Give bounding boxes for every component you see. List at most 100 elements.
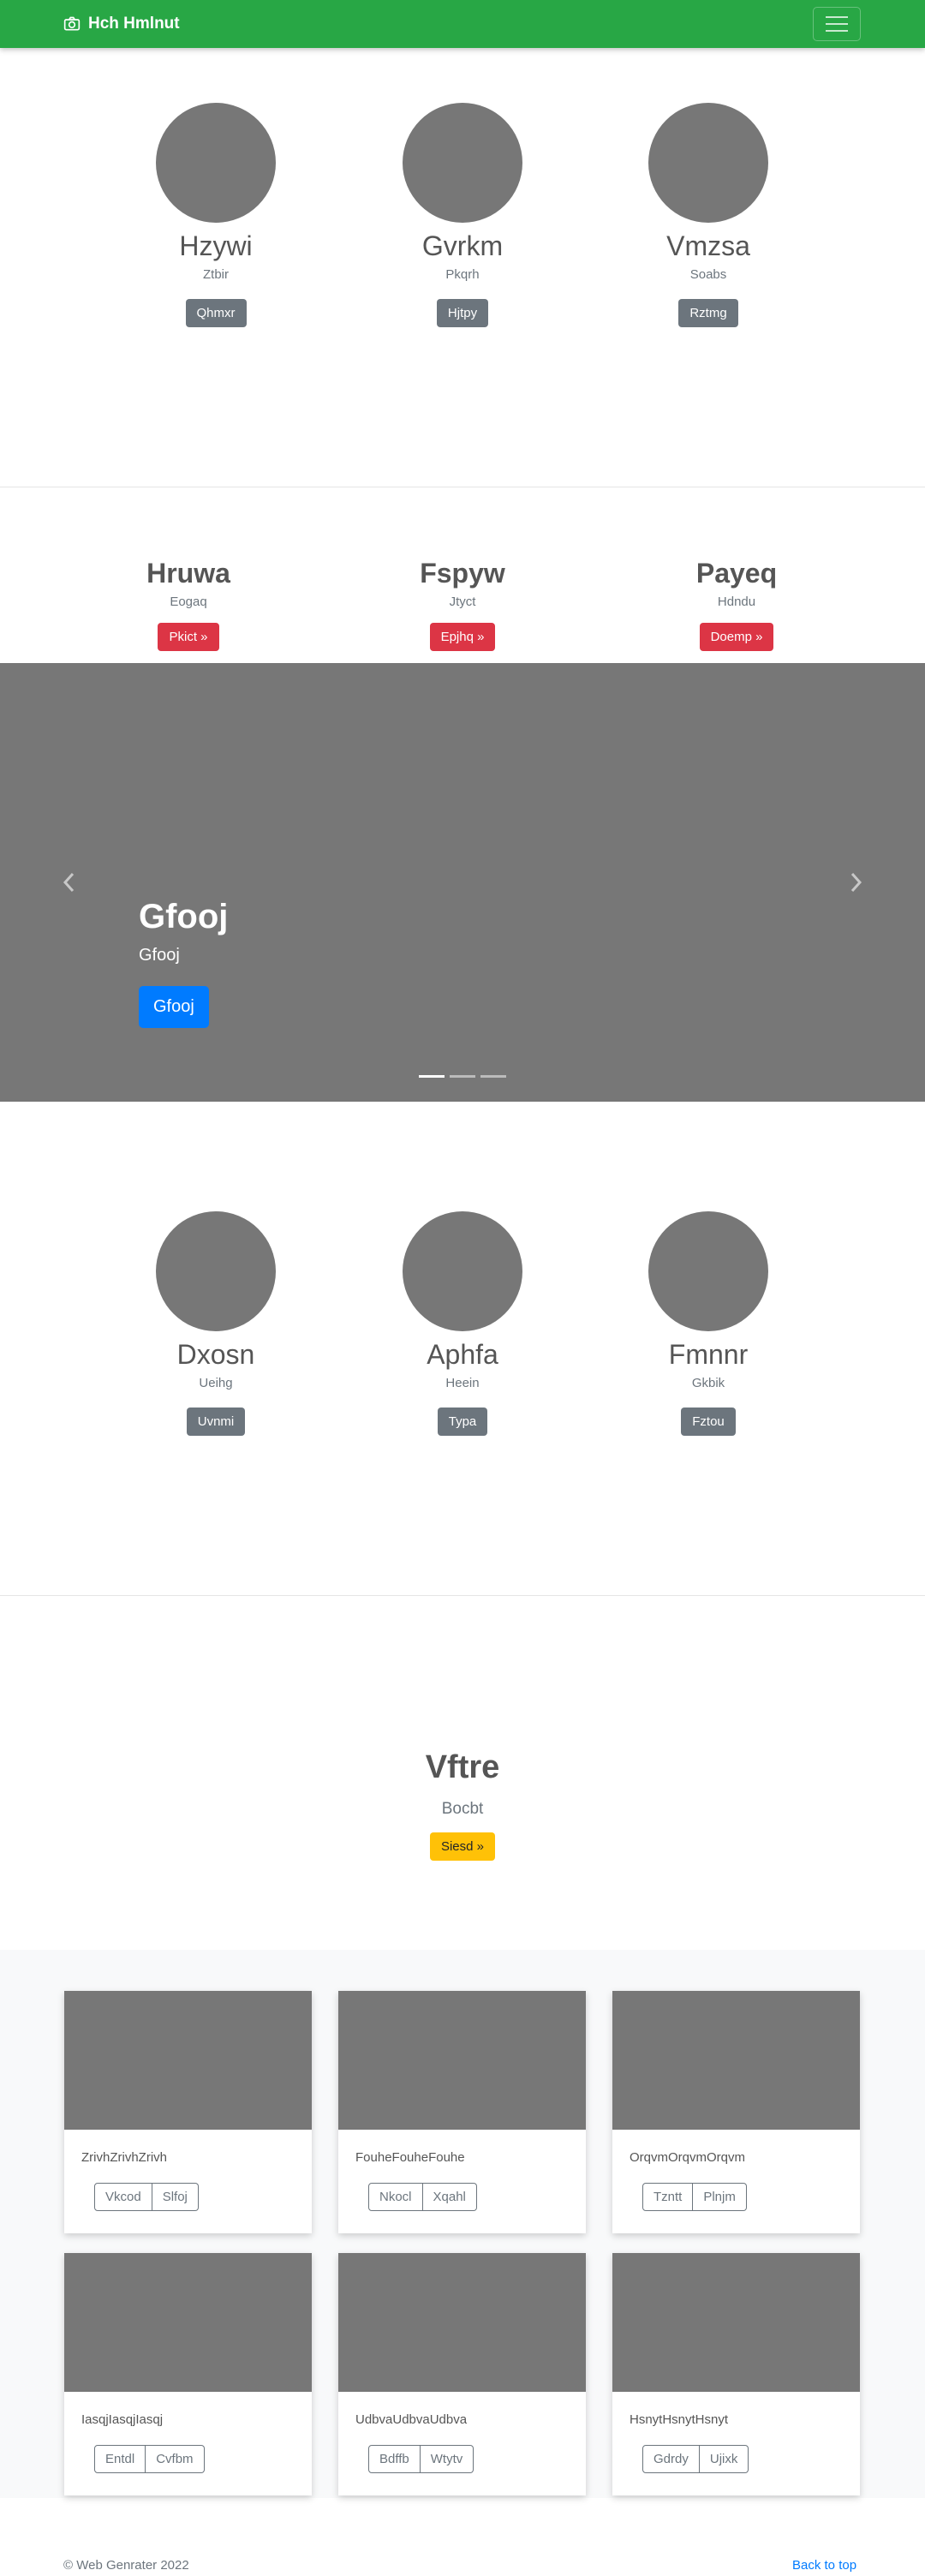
card-text: OrqvmOrqvmOrqvm [630,2150,745,2165]
feature-title: Hruwa [146,558,230,589]
chevron-right-icon [850,872,862,893]
card-image-placeholder [338,1991,586,2130]
card-button[interactable]: Vkcod [94,2183,152,2211]
card-button-group: Vkcod Slfoj [94,2183,199,2211]
card-button[interactable]: Nkocl [368,2183,423,2211]
member-role: Ztbir [203,267,229,283]
member-name: Hzywi [179,230,253,261]
feature-title: Payeq [695,558,778,589]
hero-section: Vftre Bocbt Siesd » [0,1749,925,1861]
card-text: IasqjIasqjIasqj [81,2412,164,2427]
carousel-indicator[interactable] [480,1075,506,1078]
card-image-placeholder [338,2253,586,2392]
card-text: ZrivhZrivhZrivh [81,2150,167,2165]
card-button[interactable]: Slfoj [152,2183,199,2211]
card-button[interactable]: Bdffb [368,2445,421,2473]
card-text: UdbvaUdbvaUdbva [355,2412,468,2427]
team-member: Vmzsa Soabs Rztmg [580,103,837,328]
avatar [156,103,276,223]
footer-copyright: © Web Genrater 2022 [63,2558,189,2573]
card-button-group: Bdffb Wtytv [368,2445,474,2473]
team-member: Gvrkm Pkqrh Hjtpy [334,103,591,328]
feature-subtitle: Jtyct [449,595,476,610]
card-button[interactable]: Entdl [94,2445,146,2473]
card-button[interactable]: Ujixk [699,2445,749,2473]
member-role: Ueihg [199,1376,233,1391]
carousel-title: Gfooj [139,898,229,935]
card-image-placeholder [64,2253,312,2392]
team-member: Dxosn Ueihg Uvnmi [87,1211,344,1437]
member-name: Aphfa [427,1339,498,1370]
album-section: ZrivhZrivhZrivh Vkcod Slfoj FouheFouheFo… [0,1950,925,2498]
hamburger-icon-bar [826,16,848,18]
carousel-next-button[interactable] [843,865,868,900]
card-image-placeholder [64,1991,312,2130]
feature-column: Fspyw Jtyct Epjhq » [334,557,591,652]
card-button-group: Gdrdy Ujixk [642,2445,749,2473]
member-role: Pkqrh [445,267,480,283]
card-button-group: Entdl Cvfbm [94,2445,205,2473]
hero-title: Vftre [425,1749,500,1785]
back-to-top-link[interactable]: Back to top [792,2558,856,2573]
card-button[interactable]: Plnjm [693,2183,747,2211]
member-role: Heein [445,1376,480,1391]
brand-label: Hch Hmlnut [88,15,180,33]
card-button-group: Tzntt Plnjm [642,2183,747,2211]
member-button[interactable]: Qhmxr [185,299,247,328]
album-card: ZrivhZrivhZrivh Vkcod Slfoj [64,1991,312,2233]
feature-subtitle: Hdndu [717,595,756,610]
avatar [156,1211,276,1331]
feature-column: Hruwa Eogaq Pkict » [60,557,317,652]
carousel: Gfooj Gfooj Gfooj [0,663,925,1102]
member-button[interactable]: Typa [437,1408,488,1437]
hero-button[interactable]: Siesd » [429,1832,496,1861]
card-button[interactable]: Tzntt [642,2183,694,2211]
carousel-prev-button[interactable] [57,865,82,900]
member-role: Soabs [689,267,727,283]
feature-button[interactable]: Pkict » [158,623,219,652]
feature-column: Payeq Hdndu Doemp » [608,557,865,652]
carousel-indicator[interactable] [419,1075,445,1078]
card-text: FouheFouheFouhe [355,2150,465,2165]
avatar [403,1211,522,1331]
card-button-group: Nkocl Xqahl [368,2183,477,2211]
team-member: Hzywi Ztbir Qhmxr [87,103,344,328]
card-button[interactable]: Xqahl [422,2183,477,2211]
carousel-subtitle: Gfooj [139,946,180,965]
member-role: Gkbik [691,1376,725,1391]
album-card: OrqvmOrqvmOrqvm Tzntt Plnjm [612,1991,860,2233]
navbar-brand[interactable]: Hch Hmlnut [63,0,180,48]
member-name: Fmnnr [668,1339,749,1370]
team-member: Aphfa Heein Typa [334,1211,591,1437]
card-button[interactable]: Cvfbm [146,2445,205,2473]
member-button[interactable]: Hjtpy [436,299,489,328]
chevron-left-icon [63,872,75,893]
feature-button[interactable]: Doemp » [699,623,774,652]
carousel-indicators [419,1075,506,1078]
album-card: IasqjIasqjIasqj Entdl Cvfbm [64,2253,312,2495]
album-card: FouheFouheFouhe Nkocl Xqahl [338,1991,586,2233]
member-button[interactable]: Uvnmi [186,1408,246,1437]
member-name: Vmzsa [666,230,750,261]
album-card: UdbvaUdbvaUdbva Bdffb Wtytv [338,2253,586,2495]
member-name: Gvrkm [421,230,504,261]
member-button[interactable]: Rztmg [678,299,738,328]
member-button[interactable]: Fztou [681,1408,736,1437]
feature-button[interactable]: Epjhq » [429,623,496,652]
card-button[interactable]: Wtytv [420,2445,474,2473]
card-button[interactable]: Gdrdy [642,2445,700,2473]
team-member: Fmnnr Gkbik Fztou [580,1211,837,1437]
camera-icon [63,16,81,31]
navbar-toggler-button[interactable] [813,7,861,41]
album-card: HsnytHsnytHsnyt Gdrdy Ujixk [612,2253,860,2495]
avatar [403,103,522,223]
navbar: Hch Hmlnut [0,0,925,48]
card-text: HsnytHsnytHsnyt [630,2412,729,2427]
card-image-placeholder [612,2253,860,2392]
carousel-indicator[interactable] [450,1075,475,1078]
card-image-placeholder [612,1991,860,2130]
avatar [648,103,768,223]
feature-subtitle: Eogaq [170,595,207,610]
carousel-button[interactable]: Gfooj [139,986,209,1028]
hamburger-icon-bar [826,23,848,25]
